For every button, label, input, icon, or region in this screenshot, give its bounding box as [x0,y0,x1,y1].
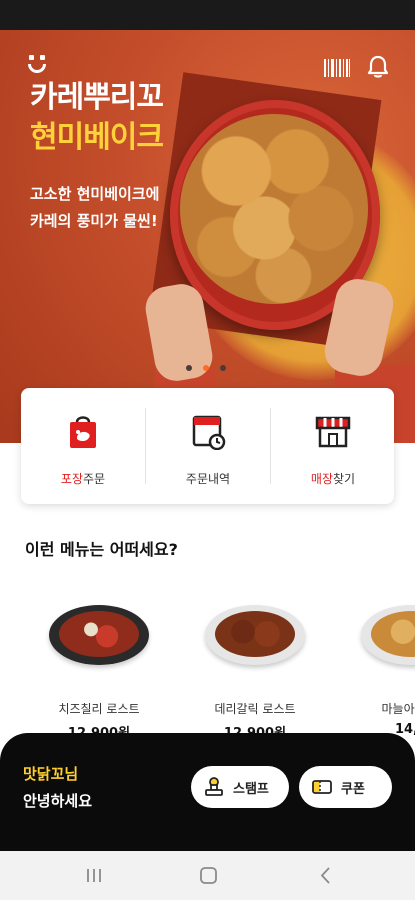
hero-banner[interactable]: 카레뿌리꼬 현미베이크 고소한 현미베이크에 카레의 풍미가 물씬! [0,30,415,443]
bell-icon[interactable] [367,55,389,79]
home-icon [200,867,217,884]
system-nav-bar [0,851,415,900]
status-bar [0,0,415,30]
menu-item-image [361,605,415,665]
menu-item-name: 치즈칠리 로스트 [58,702,140,716]
coupon-button[interactable]: 쿠폰 [299,766,392,808]
menu-item-name: 마늘아 현미 [381,702,415,716]
order-history-button[interactable]: 주문내역 [146,388,270,504]
back-icon [320,867,330,884]
section-title: 이런 메뉴는 어떠세요? [25,540,178,559]
recent-apps-icon [87,869,101,882]
barcode-icon[interactable] [324,59,350,77]
stamp-label: 스탬프 [233,782,269,797]
stamp-button[interactable]: 스탬프 [191,766,289,808]
store-icon [315,416,351,448]
greeting-panel: 맛닭꼬님 안녕하세요 스탬프 쿠폰 [0,733,415,851]
takeout-order-label: 포장주문 [60,472,106,486]
menu-item[interactable]: 마늘아 현미 14,9 [341,590,415,740]
coupon-icon [312,780,332,794]
takeout-order-button[interactable]: 포장주문 [21,388,145,504]
greeting-text: 안녕하세요 [23,792,93,810]
find-store-button[interactable]: 매장찾기 [271,388,395,504]
hero-title-line2: 현미베이크 [30,120,164,155]
stamp-icon [205,777,223,796]
hero-title-line1: 카레뿌리꼬 [30,80,164,115]
coupon-label: 쿠폰 [341,782,365,797]
takeout-bag-icon [70,416,96,448]
hero-subtitle-line2: 카레의 풍미가 물씬! [30,212,158,230]
menu-item[interactable]: 치즈칠리 로스트 12,900원 [29,590,169,741]
hero-chicken-image [180,114,368,304]
hero-subtitle-line1: 고소한 현미베이크에 [30,185,160,203]
carousel-dot[interactable] [220,365,226,371]
back-button[interactable] [294,851,354,900]
menu-item-image [205,605,305,665]
home-button[interactable] [178,851,238,900]
menu-item-name: 데리갈릭 로스트 [214,702,296,716]
menu-item[interactable]: 데리갈릭 로스트 12,900원 [185,590,325,741]
carousel-dot-active[interactable] [203,365,209,371]
user-name: 맛닭꼬님 [23,765,79,783]
app-screen: 카레뿌리꼬 현미베이크 고소한 현미베이크에 카레의 풍미가 물씬! 포장주문 … [0,0,415,900]
carousel-dot[interactable] [186,365,192,371]
find-store-label: 매장찾기 [310,472,356,486]
recent-apps-button[interactable] [64,851,124,900]
menu-item-image [49,605,149,665]
order-history-label: 주문내역 [185,472,231,486]
quick-menu-card: 포장주문 주문내역 매장찾기 [21,388,394,504]
order-history-icon [192,415,226,450]
